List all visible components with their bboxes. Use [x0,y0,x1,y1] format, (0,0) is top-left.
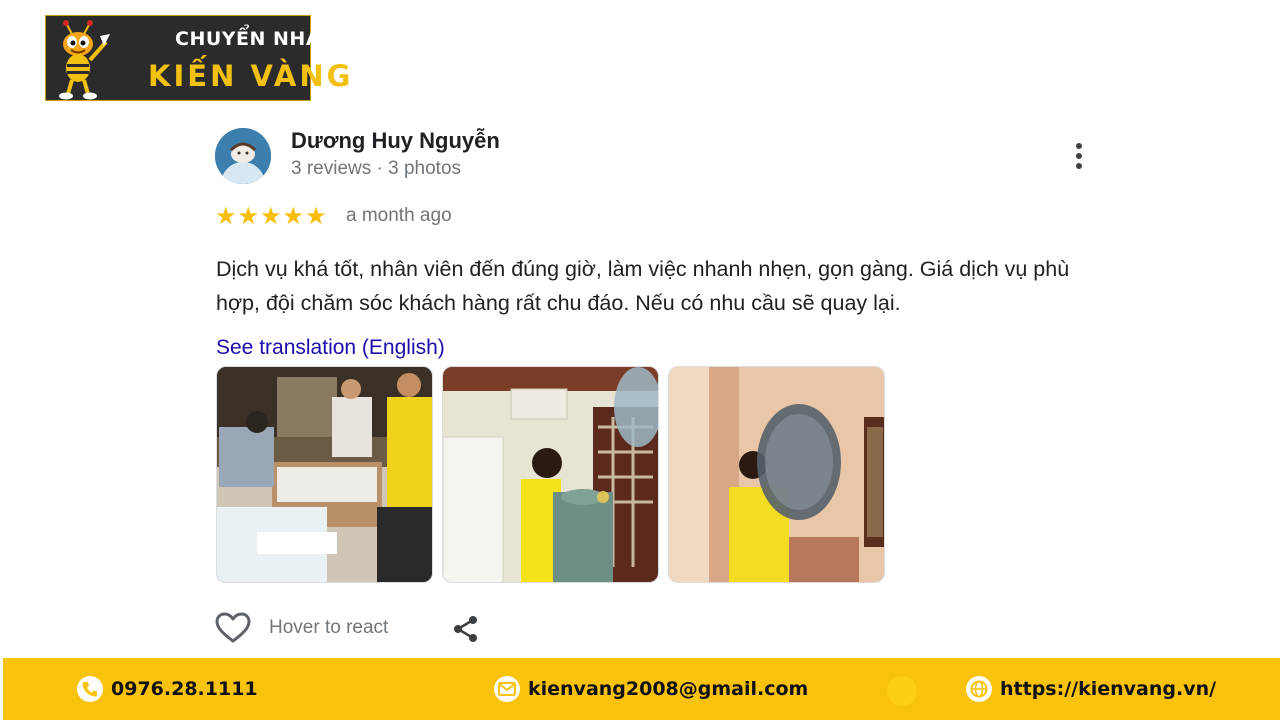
see-translation-link[interactable]: See translation (English) [216,336,445,360]
globe-icon [966,676,992,702]
review-date: a month ago [346,205,452,226]
star-icon: ★ [305,202,327,230]
review-text: Dịch vụ khá tốt, nhân viên đến đúng giờ,… [216,257,1070,315]
react-button[interactable]: Hover to react [215,612,388,644]
more-vertical-icon[interactable] [1066,138,1092,174]
phone-icon [77,676,103,702]
review-photos [216,366,885,583]
share-icon[interactable] [451,614,481,644]
heart-icon [215,612,251,643]
ant-mascot-icon [59,20,110,100]
star-icon: ★ [260,202,282,230]
review-photo-2[interactable] [442,366,659,583]
star-icon: ★ [215,202,237,230]
avatar-image [215,128,271,184]
star-rating: ★ ★ ★ ★ ★ [215,204,327,228]
brand-logo: CHUYỂN NHÀ KIẾN VÀNG [45,15,350,101]
review-photo-3[interactable] [668,366,885,583]
email-icon [494,676,520,702]
footer-website-text: https://kienvang.vn/ [1000,678,1217,700]
star-icon: ★ [237,202,260,230]
logo-line-2: KIẾN VÀNG [148,59,354,93]
contact-footer: 0976.28.1111 kienvang2008@gmail.com http… [3,658,1280,720]
footer-website[interactable]: https://kienvang.vn/ [966,658,1216,720]
author-avatar[interactable] [215,128,271,184]
author-name[interactable]: Dương Huy Nguyễn [291,128,500,154]
decorative-glow [887,676,917,706]
footer-phone-text: 0976.28.1111 [111,678,258,700]
footer-email-text: kienvang2008@gmail.com [528,678,809,700]
author-meta: 3 reviews · 3 photos [291,158,462,179]
footer-email[interactable]: kienvang2008@gmail.com [494,658,808,720]
footer-phone[interactable]: 0976.28.1111 [77,658,258,720]
review-photo-1[interactable] [216,366,433,583]
react-label: Hover to react [269,617,389,638]
logo-line-1: CHUYỂN NHÀ [175,28,322,50]
star-icon: ★ [282,202,305,230]
